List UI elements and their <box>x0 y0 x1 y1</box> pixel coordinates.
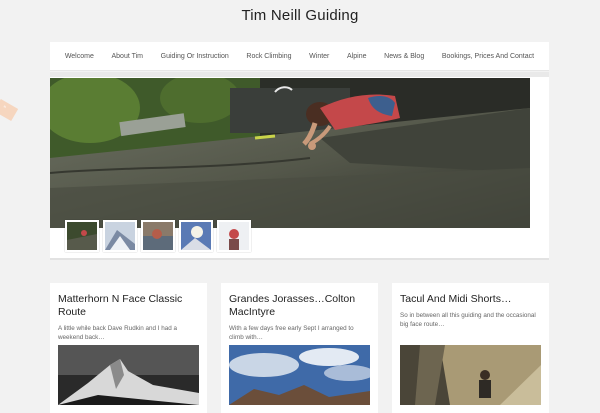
slider-thumbnail-1[interactable] <box>65 220 99 252</box>
post-title-1[interactable]: Matterhorn N Face Classic Route <box>58 293 199 319</box>
nav-item-alpine[interactable]: Alpine <box>347 53 366 60</box>
side-tab-glyph: » <box>2 103 8 111</box>
slider-thumbnails <box>65 220 251 252</box>
nav-item-about-tim[interactable]: About Tim <box>112 53 144 60</box>
nav-item-welcome[interactable]: Welcome <box>65 53 94 60</box>
slider-thumbnail-5[interactable] <box>217 220 251 252</box>
side-tab[interactable]: » <box>0 98 19 122</box>
post-title-3[interactable]: Tacul And Midi Shorts… <box>400 293 541 306</box>
slider-thumbnail-3[interactable] <box>141 220 175 252</box>
slider-thumbnail-4[interactable] <box>179 220 213 252</box>
site-title[interactable]: Tim Neill Guiding <box>0 7 600 24</box>
post-excerpt-3: So in between all this guiding and the o… <box>400 312 536 328</box>
nav-item-news-blog[interactable]: News & Blog <box>384 53 424 60</box>
post-excerpt-2: With a few days free early Sept I arrang… <box>229 325 354 341</box>
nav-item-rock-climbing[interactable]: Rock Climbing <box>246 53 291 60</box>
post-excerpt-1: A little while back Dave Rudkin and I ha… <box>58 325 178 341</box>
post-title-2[interactable]: Grandes Jorasses…Colton MacIntyre <box>229 293 370 319</box>
post-card-1: Matterhorn N Face Classic Route A little… <box>50 283 207 413</box>
nav-item-guiding-or-instruction[interactable]: Guiding Or Instruction <box>161 53 229 60</box>
post-image-3[interactable] <box>400 345 541 405</box>
hero-climbing-photo[interactable] <box>50 78 530 228</box>
post-card-3: Tacul And Midi Shorts… So in between all… <box>392 283 549 413</box>
main-navigation: Welcome About Tim Guiding Or Instruction… <box>50 42 549 71</box>
post-card-2: Grandes Jorasses…Colton MacIntyre With a… <box>221 283 378 413</box>
slider-top-bar <box>50 72 549 77</box>
nav-item-bookings-prices-contact[interactable]: Bookings, Prices And Contact <box>442 53 534 60</box>
post-image-2[interactable] <box>229 345 370 405</box>
post-image-1[interactable] <box>58 345 199 405</box>
nav-item-winter[interactable]: Winter <box>309 53 329 60</box>
slider-thumbnail-2[interactable] <box>103 220 137 252</box>
image-slider <box>50 72 549 260</box>
